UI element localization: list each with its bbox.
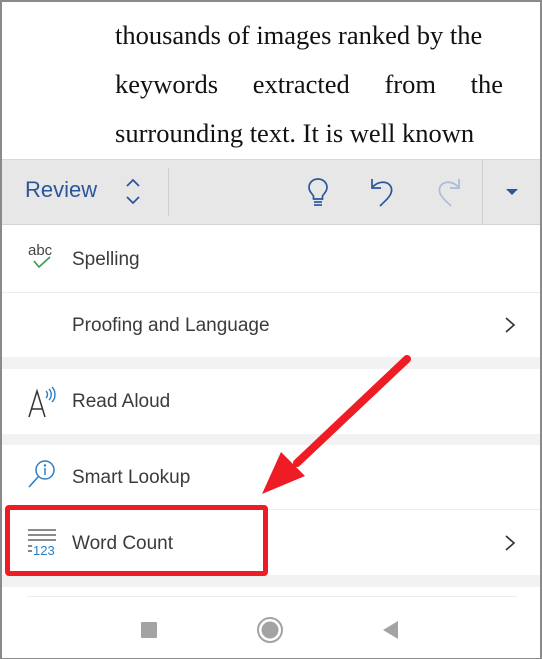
square-icon xyxy=(141,622,157,638)
menu-item-label: Word Count xyxy=(72,533,174,554)
menu-item-label: Smart Lookup xyxy=(72,467,191,488)
menu-item-label: Proofing and Language xyxy=(72,315,270,336)
document-word: from xyxy=(384,69,436,99)
triangle-back-icon xyxy=(383,621,398,639)
smart-lookup-icon xyxy=(22,457,62,497)
document-word: keywords xyxy=(115,69,219,99)
menu-item-label: Spelling xyxy=(72,249,140,270)
section-gap xyxy=(2,575,540,587)
section-gap xyxy=(2,357,540,369)
chevron-right-icon xyxy=(505,317,516,333)
lightbulb-icon xyxy=(308,178,328,206)
document-line: keywords extracted from the xyxy=(115,69,503,99)
read-aloud-icon xyxy=(22,381,62,421)
svg-text:abc: abc xyxy=(28,242,53,259)
home-button[interactable] xyxy=(255,615,285,645)
menu-item-label: Read Aloud xyxy=(72,391,171,412)
toolbar-divider xyxy=(168,168,169,216)
ribbon-toolbar: Review xyxy=(2,159,540,225)
recents-button[interactable] xyxy=(134,615,164,645)
undo-icon xyxy=(371,179,393,207)
chevron-right-icon xyxy=(505,535,516,551)
system-nav-bar xyxy=(2,587,540,658)
document-line: thousands of images ranked by the xyxy=(115,20,483,50)
menu-item-proofing-and-language[interactable]: Proofing and Language xyxy=(2,293,540,357)
tell-me-button[interactable] xyxy=(300,174,336,210)
document-word: extracted xyxy=(252,69,350,99)
svg-text:123: 123 xyxy=(33,543,55,558)
spelling-check-icon: abc xyxy=(22,238,62,278)
menu-item-read-aloud[interactable]: Read Aloud xyxy=(2,369,540,434)
document-word: the xyxy=(470,69,503,99)
app-window: thousands of images ranked by the keywor… xyxy=(0,0,542,659)
undo-button[interactable] xyxy=(364,174,400,210)
menu-item-word-count[interactable]: 123 Word Count xyxy=(2,510,540,575)
document-area[interactable]: thousands of images ranked by the keywor… xyxy=(2,2,540,158)
section-gap xyxy=(2,434,540,445)
divider xyxy=(27,596,517,597)
ribbon-tab-label[interactable]: Review xyxy=(25,177,97,203)
back-button[interactable] xyxy=(376,615,406,645)
circle-icon xyxy=(257,617,283,643)
more-options-button[interactable] xyxy=(494,174,530,210)
caret-down-icon xyxy=(506,189,518,195)
chevron-up-down-icon xyxy=(126,178,140,205)
redo-button[interactable] xyxy=(431,174,467,210)
document-line: surrounding text. It is well known xyxy=(115,118,475,148)
menu-item-spelling[interactable]: abc Spelling xyxy=(2,226,540,292)
tab-switch-button[interactable] xyxy=(122,176,144,208)
toolbar-divider xyxy=(482,160,483,224)
word-count-icon: 123 xyxy=(22,523,62,563)
redo-icon xyxy=(438,179,460,207)
menu-item-smart-lookup[interactable]: Smart Lookup xyxy=(2,445,540,509)
